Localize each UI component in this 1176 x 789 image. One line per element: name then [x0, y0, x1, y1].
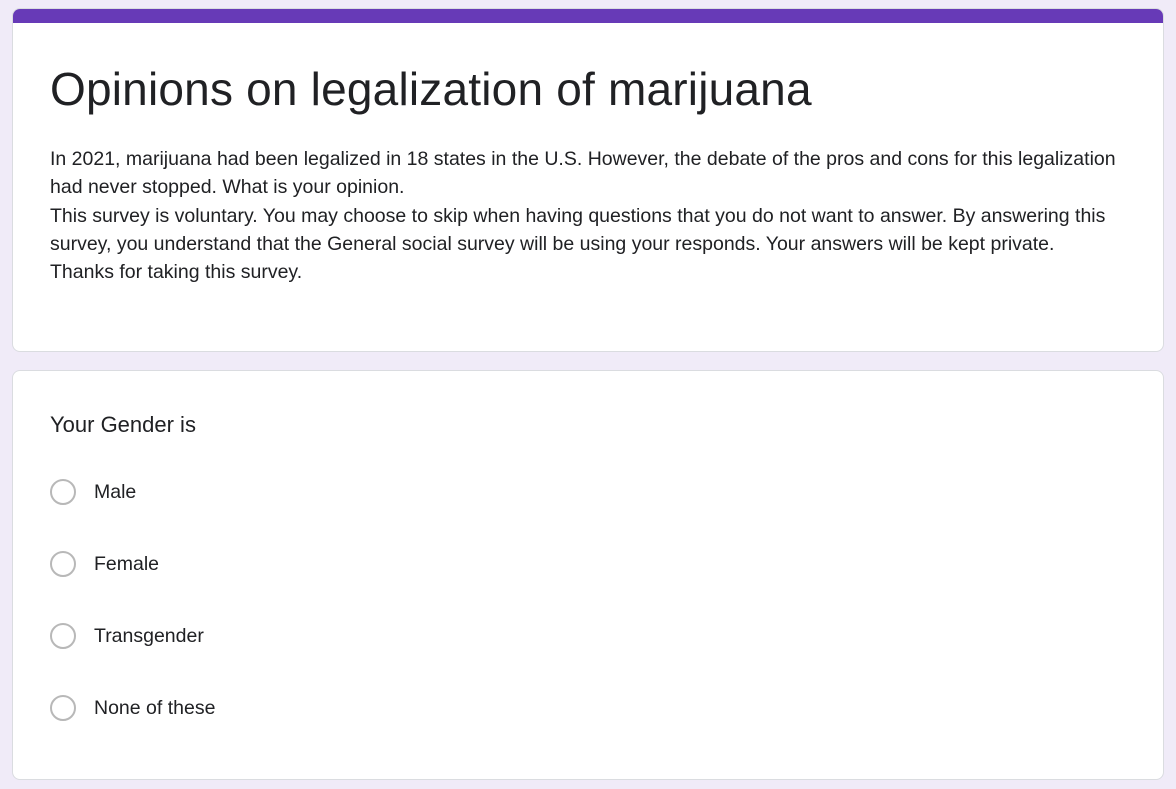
- form-description: In 2021, marijuana had been legalized in…: [50, 145, 1130, 286]
- radio-unchecked-icon[interactable]: [50, 551, 76, 577]
- radio-option-label: Male: [94, 480, 137, 503]
- radio-option-female[interactable]: Female: [50, 548, 159, 580]
- radio-option-label: Female: [94, 552, 160, 575]
- radio-unchecked-icon[interactable]: [50, 695, 76, 721]
- radio-unchecked-icon[interactable]: [50, 479, 76, 505]
- radio-option-label: None of these: [94, 696, 216, 719]
- radio-unchecked-icon[interactable]: [50, 623, 76, 649]
- form-accent-bar: [13, 9, 1163, 23]
- form-description-paragraph: In 2021, marijuana had been legalized in…: [50, 148, 1116, 199]
- radio-option-none-of-these[interactable]: None of these: [50, 692, 215, 724]
- question-title: Your Gender is: [50, 412, 196, 437]
- radio-option-label: Transgender: [94, 624, 204, 647]
- question-card-gender: Your Gender is Male Female Transgender N…: [12, 370, 1164, 780]
- radio-option-male[interactable]: Male: [50, 476, 136, 508]
- form-description-paragraph: Thanks for taking this survey.: [50, 261, 303, 284]
- form-description-paragraph: This survey is voluntary. You may choose…: [50, 204, 1106, 255]
- radio-option-transgender[interactable]: Transgender: [50, 620, 204, 652]
- form-title: Opinions on legalization of marijuana: [50, 63, 812, 115]
- form-header-card: Opinions on legalization of marijuana In…: [12, 8, 1164, 352]
